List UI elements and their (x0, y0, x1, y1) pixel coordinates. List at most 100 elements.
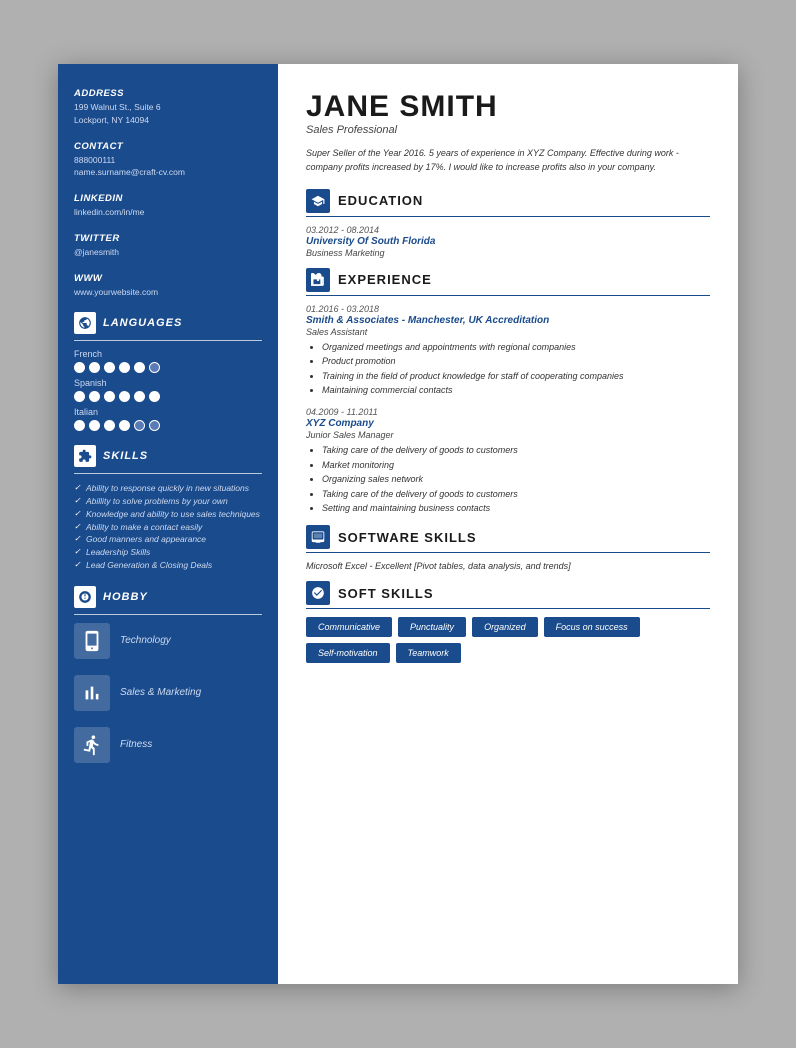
tag-self-motivation: Self-motivation (306, 643, 390, 663)
languages-divider (74, 340, 262, 341)
hobby-icon (74, 586, 96, 608)
skill-item: Abillity to solve problems by your own (74, 495, 262, 508)
skills-list: Ability to response quickly in new situa… (74, 482, 262, 571)
software-divider (306, 552, 710, 553)
linkedin-label: LINKEDIN (74, 193, 262, 204)
technology-label: Technology (120, 635, 171, 646)
hobby-fitness: Fitness (74, 727, 262, 763)
exp-bullet: Training in the field of product knowled… (322, 369, 710, 383)
address-label: ADDRESS (74, 88, 262, 99)
skill-item: Knowledge and ability to use sales techn… (74, 508, 262, 521)
exp-bullets-0: Organized meetings and appointments with… (306, 340, 710, 398)
skill-item: Lead Generation & Closing Deals (74, 559, 262, 572)
soft-skills-tags: Communicative Punctuality Organized Focu… (306, 617, 710, 663)
candidate-name: JANE SMITH (306, 92, 710, 122)
dot (104, 420, 115, 431)
exp-role-0: Sales Assistant (306, 327, 710, 337)
address-value: 199 Walnut St., Suite 6Lockport, NY 1409… (74, 101, 262, 127)
edu-field-0: Business Marketing (306, 248, 710, 258)
education-icon (306, 189, 330, 213)
candidate-title: Sales Professional (306, 124, 710, 136)
hobby-technology: Technology (74, 623, 262, 659)
dot (134, 362, 145, 373)
edu-school-0: University Of South Florida (306, 236, 710, 247)
tag-punctuality: Punctuality (398, 617, 466, 637)
software-icon (306, 525, 330, 549)
exp-bullet: Organizing sales network (322, 472, 710, 486)
education-title: EDUCATION (338, 193, 423, 208)
linkedin-value: linkedin.com/in/me (74, 206, 262, 219)
hobby-title: HOBBY (103, 591, 148, 603)
dot (119, 420, 130, 431)
skill-item: Ability to response quickly in new situa… (74, 482, 262, 495)
languages-title: LANGUAGES (103, 317, 182, 329)
tag-teamwork: Teamwork (396, 643, 461, 663)
exp-bullets-1: Taking care of the delivery of goods to … (306, 443, 710, 515)
dot (74, 362, 85, 373)
dot-empty (134, 420, 145, 431)
exp-bullet: Taking care of the delivery of goods to … (322, 443, 710, 457)
software-text: Microsoft Excel - Excellent [Pivot table… (306, 561, 710, 571)
skills-divider (74, 473, 262, 474)
skills-section-title: SKILLS (74, 445, 262, 467)
dot (89, 391, 100, 402)
dot-empty (149, 362, 160, 373)
skill-item: Ability to make a contact easily (74, 521, 262, 534)
lang-french: French (74, 349, 262, 359)
exp-role-1: Junior Sales Manager (306, 430, 710, 440)
exp-company-0: Smith & Associates - Manchester, UK Accr… (306, 315, 710, 326)
exp-company-1: XYZ Company (306, 418, 710, 429)
tag-organized: Organized (472, 617, 538, 637)
exp-bullet: Taking care of the delivery of goods to … (322, 487, 710, 501)
resume-page: ADDRESS 199 Walnut St., Suite 6Lockport,… (58, 64, 738, 984)
twitter-label: TWITTER (74, 233, 262, 244)
contact-section: CONTACT 888000111name.surname@craft-cv.c… (74, 141, 262, 180)
tag-focus: Focus on success (544, 617, 640, 637)
twitter-value: @janesmith (74, 246, 262, 259)
twitter-section: TWITTER @janesmith (74, 233, 262, 259)
experience-icon (306, 268, 330, 292)
fitness-label: Fitness (120, 739, 152, 750)
lang-spanish: Spanish (74, 378, 262, 388)
dot-empty (149, 420, 160, 431)
contact-label: CONTACT (74, 141, 262, 152)
education-divider (306, 216, 710, 217)
exp-bullet: Setting and maintaining business contact… (322, 501, 710, 515)
french-dots (74, 362, 262, 373)
technology-icon (74, 623, 110, 659)
hobby-divider (74, 614, 262, 615)
soft-skills-icon (306, 581, 330, 605)
dot (134, 391, 145, 402)
exp-bullet: Organized meetings and appointments with… (322, 340, 710, 354)
skill-item: Good manners and appearance (74, 533, 262, 546)
dot (104, 391, 115, 402)
dot (89, 362, 100, 373)
education-header: EDUCATION (306, 189, 710, 213)
languages-icon (74, 312, 96, 334)
dot (149, 391, 160, 402)
skill-item: Leadership Skills (74, 546, 262, 559)
exp-date-0: 01.2016 - 03.2018 (306, 304, 710, 314)
spanish-dots (74, 391, 262, 402)
candidate-summary: Super Seller of the Year 2016. 5 years o… (306, 146, 710, 175)
software-header: SOFTWARE SKILLS (306, 525, 710, 549)
experience-header: EXPERIENCE (306, 268, 710, 292)
sales-label: Sales & Marketing (120, 687, 201, 698)
dot (119, 391, 130, 402)
skills-title: SKILLS (103, 450, 148, 462)
contact-value: 888000111name.surname@craft-cv.com (74, 154, 262, 180)
soft-skills-header: SOFT SKILLS (306, 581, 710, 605)
fitness-icon (74, 727, 110, 763)
edu-date-0: 03.2012 - 08.2014 (306, 225, 710, 235)
main-content: JANE SMITH Sales Professional Super Sell… (278, 64, 738, 984)
dot (74, 391, 85, 402)
exp-bullet: Market monitoring (322, 458, 710, 472)
dot (119, 362, 130, 373)
exp-bullet: Product promotion (322, 354, 710, 368)
italian-dots (74, 420, 262, 431)
skills-icon (74, 445, 96, 467)
exp-bullet: Maintaining commercial contacts (322, 383, 710, 397)
dot (104, 362, 115, 373)
experience-title: EXPERIENCE (338, 272, 432, 287)
exp-date-1: 04.2009 - 11.2011 (306, 407, 710, 417)
